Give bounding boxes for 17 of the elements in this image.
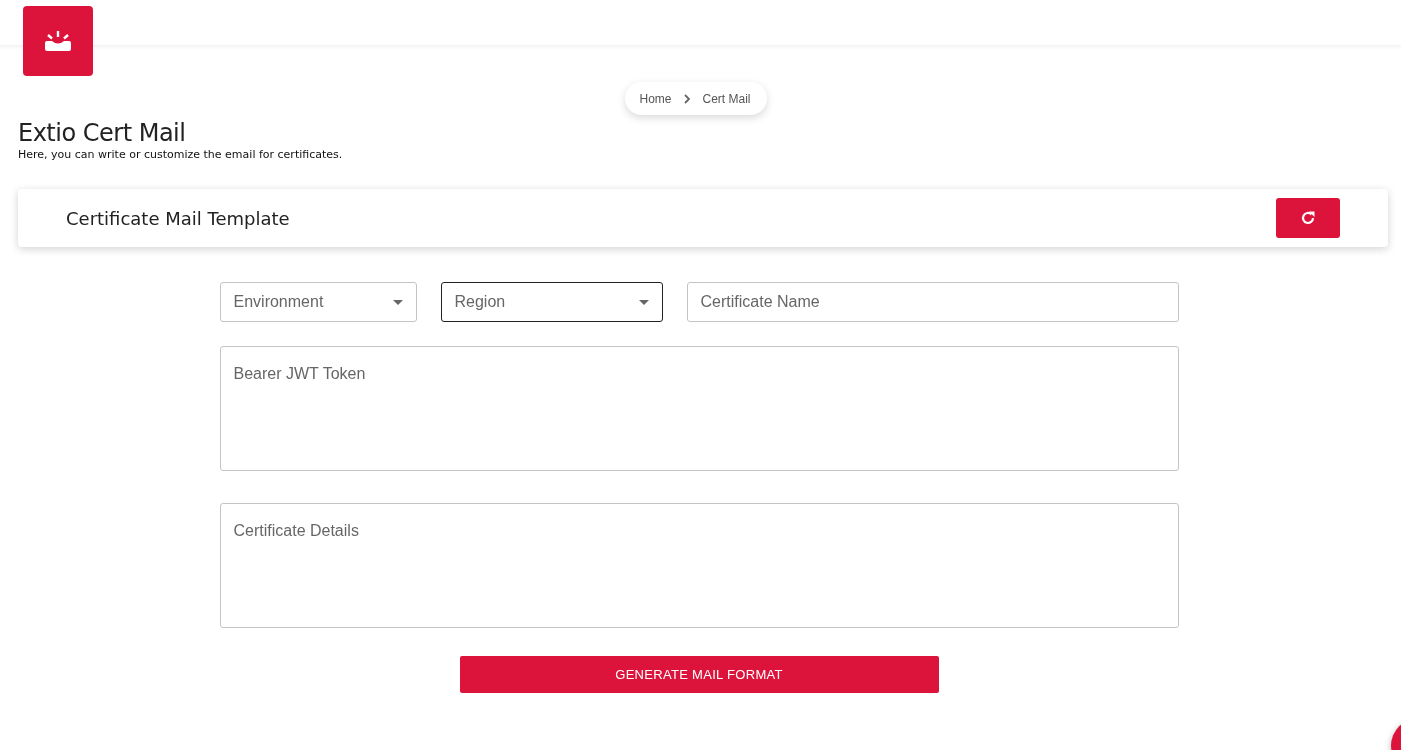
dropdown-field[interactable]: Region [440,282,663,322]
dropdown-caret-icon [392,299,403,305]
dropdown-field[interactable]: Environment [219,282,417,322]
breadcrumb-link[interactable]: Cert Mail [702,91,751,106]
card-title: Certificate Mail Template [66,207,290,229]
dropdown-caret-icon [638,299,649,305]
text-area-field[interactable]: Certificate Details [219,503,1179,628]
generate-button[interactable]: GENERATE MAIL FORMAT [459,656,939,693]
input-field[interactable]: Certificate Name [686,282,1179,322]
refresh-icon [1300,210,1316,226]
text-area-field[interactable]: Bearer JWT Token [219,346,1179,471]
chevron-right-icon [683,93,691,104]
page-title: Extio Cert Mail [18,119,187,147]
refresh-button[interactable] [1276,198,1340,238]
breadcrumb-link[interactable]: Home [639,91,672,106]
app-logo-icon[interactable] [23,6,93,76]
page-subtitle: Here, you can write or customize the email for certificates. [18,148,344,161]
